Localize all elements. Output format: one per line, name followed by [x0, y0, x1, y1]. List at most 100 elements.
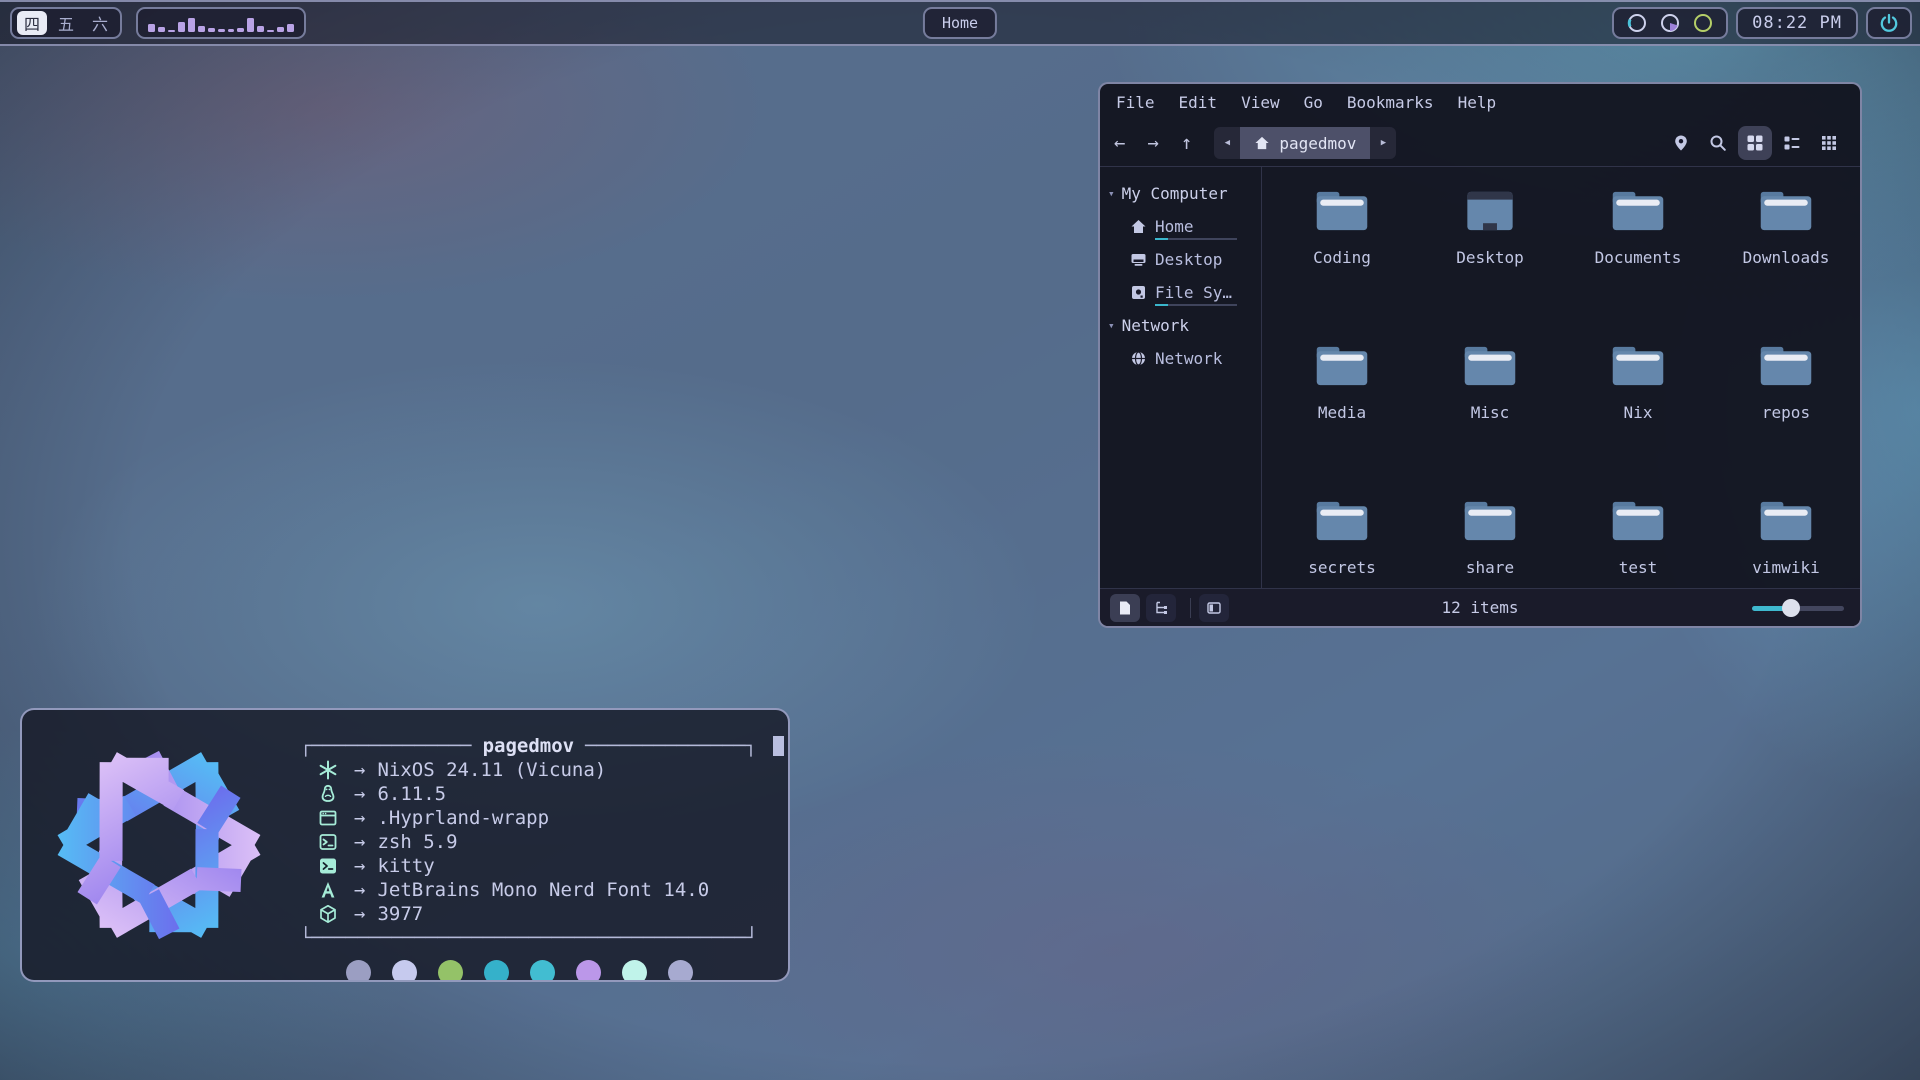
gauge-purple-pie-icon — [1659, 12, 1681, 34]
folder-item-label: Desktop — [1456, 248, 1523, 267]
file-manager-window: File Edit View Go Bookmarks Help ← → ↑ ◀… — [1098, 82, 1862, 628]
items-count: 12 items — [1441, 598, 1518, 617]
workspace-switcher: 四 五 六 — [10, 7, 122, 39]
show-tree-button[interactable] — [1146, 594, 1176, 622]
view-buttons — [1661, 126, 1846, 160]
compact-view-icon — [1820, 134, 1838, 152]
folder-item-label: Misc — [1471, 403, 1510, 422]
menu-item[interactable]: Bookmarks — [1347, 93, 1434, 112]
folder-glyph — [1611, 498, 1665, 544]
network-globe-icon — [1130, 350, 1147, 367]
menu-item[interactable]: Go — [1304, 93, 1323, 112]
system-gauges[interactable] — [1612, 7, 1728, 39]
folder-glyph — [1315, 343, 1369, 389]
sidebar-item-label: Home — [1155, 217, 1194, 236]
tree-view-icon — [1153, 600, 1169, 616]
palette-dot — [484, 960, 509, 982]
sidebar-item[interactable]: ▾ Network — [1100, 309, 1261, 342]
fastfetch-box-bottom: └──────────────────────────────────────┘ — [300, 926, 784, 950]
folder-item-icon — [1463, 338, 1517, 394]
zoom-slider-thumb[interactable] — [1782, 599, 1800, 617]
active-window-title[interactable]: Home — [923, 7, 997, 39]
fastfetch-lines: → NixOS 24.11 (Vicuna) → 6.11.5 → — [300, 758, 784, 926]
folder-item[interactable]: Documents — [1564, 183, 1712, 338]
breadcrumb-next-button[interactable]: ▶ — [1370, 127, 1396, 159]
folder-item-icon — [1315, 338, 1369, 394]
folder-glyph — [1759, 498, 1813, 544]
info-text: zsh 5.9 — [377, 830, 457, 854]
folder-item[interactable]: Coding — [1268, 183, 1416, 338]
breadcrumb-current[interactable]: pagedmov — [1240, 127, 1370, 159]
folder-item[interactable]: Desktop — [1416, 183, 1564, 338]
expander-triangle-icon[interactable]: ▾ — [1108, 187, 1115, 200]
terminal-color-palette — [346, 960, 784, 982]
menu-item[interactable]: Help — [1458, 93, 1497, 112]
audio-visualizer — [136, 7, 306, 39]
home-icon — [1130, 218, 1147, 235]
side-panel-icon — [1206, 600, 1222, 616]
folder-item-label: Media — [1318, 403, 1366, 422]
folder-glyph — [1611, 188, 1665, 234]
usage-underline — [1155, 304, 1237, 306]
info-text: .Hyprland-wrapp — [377, 806, 549, 830]
toggle-sidepane-button[interactable] — [1199, 594, 1229, 622]
up-button[interactable]: ↑ — [1181, 132, 1192, 154]
expander-triangle-icon[interactable]: ▾ — [1108, 319, 1115, 332]
sidebar-item-label: Network — [1122, 316, 1189, 335]
menu-item[interactable]: File — [1116, 93, 1155, 112]
visualizer-bar — [168, 30, 175, 32]
zoom-slider[interactable] — [1752, 598, 1844, 618]
desktop-monitor-icon — [1130, 251, 1147, 268]
folder-glyph — [1611, 343, 1665, 389]
clock[interactable]: 08:22 PM — [1736, 7, 1858, 39]
visualizer-bar — [198, 26, 205, 32]
sidebar-item[interactable]: ▾ My Computer — [1100, 177, 1261, 210]
terminal-cursor — [773, 736, 784, 756]
toolbar-button[interactable] — [1775, 126, 1809, 160]
toolbar-button[interactable] — [1812, 126, 1846, 160]
folder-glyph — [1463, 343, 1517, 389]
topbar-right-cluster: 08:22 PM — [1612, 7, 1912, 39]
back-button[interactable]: ← — [1114, 132, 1125, 154]
filesystem-drive-icon — [1130, 284, 1147, 301]
folder-item[interactable]: Downloads — [1712, 183, 1860, 338]
workspace-button[interactable]: 五 — [51, 11, 81, 35]
sidebar-item[interactable]: ▾ Network — [1100, 342, 1261, 375]
folder-item-label: vimwiki — [1752, 558, 1819, 577]
document-icon — [1117, 600, 1133, 616]
folder-item-icon — [1611, 183, 1665, 239]
sidebar-item[interactable]: ▾ Desktop — [1100, 243, 1261, 276]
toolbar-button[interactable] — [1738, 126, 1772, 160]
visualizer-bar — [247, 18, 254, 32]
folder-item[interactable]: Media — [1268, 338, 1416, 493]
workspace-button[interactable]: 四 — [17, 11, 47, 35]
folder-glyph — [1463, 498, 1517, 544]
show-places-button[interactable] — [1110, 594, 1140, 622]
folder-item-label: repos — [1762, 403, 1810, 422]
palette-dot — [622, 960, 647, 982]
package-cube-icon — [318, 904, 338, 924]
sidebar-item[interactable]: ▾ Home — [1100, 210, 1261, 243]
breadcrumb-prev-button[interactable]: ◀ — [1214, 127, 1240, 159]
folder-glyph — [1315, 188, 1369, 234]
info-text: 3977 — [377, 902, 423, 926]
toolbar-button[interactable] — [1664, 126, 1698, 160]
menu-item[interactable]: View — [1241, 93, 1280, 112]
palette-dot — [576, 960, 601, 982]
folder-item-icon — [1759, 338, 1813, 394]
visualizer-bar — [218, 29, 225, 32]
folder-item[interactable]: Nix — [1564, 338, 1712, 493]
usage-underline — [1155, 238, 1237, 240]
folder-item[interactable]: Misc — [1416, 338, 1564, 493]
status-bar: 四 五 六 — [0, 0, 1920, 46]
forward-button[interactable]: → — [1147, 132, 1158, 154]
power-button[interactable] — [1866, 7, 1912, 39]
sidebar: ▾ My Computer ▾ Home ▾ — [1100, 167, 1262, 588]
toolbar-button[interactable] — [1701, 126, 1735, 160]
arrow-glyph: → — [354, 902, 365, 926]
gauge-green-ring-icon — [1692, 12, 1714, 34]
folder-item[interactable]: repos — [1712, 338, 1860, 493]
sidebar-item[interactable]: ▾ File Sy… — [1100, 276, 1261, 309]
menu-item[interactable]: Edit — [1179, 93, 1218, 112]
workspace-button[interactable]: 六 — [85, 11, 115, 35]
